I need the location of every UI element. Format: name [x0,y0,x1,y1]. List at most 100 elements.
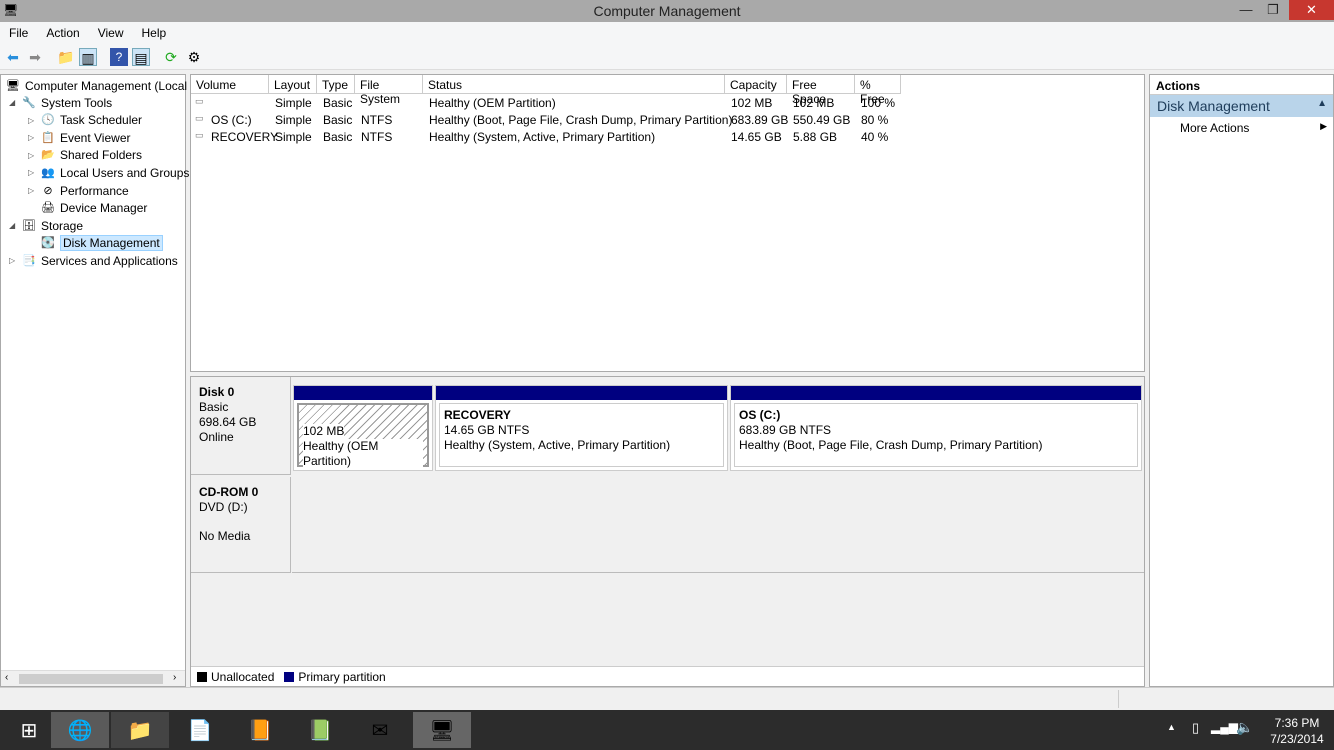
tree-item-event-viewer[interactable]: ▷ 📋 Event Viewer [28,129,130,146]
tree-label: Task Scheduler [60,113,143,128]
expand-icon[interactable]: ▷ [28,186,36,195]
actions-section-disk-management[interactable]: Disk Management ▲ [1150,95,1333,117]
column-header-status[interactable]: Status [423,75,725,94]
forward-icon[interactable]: ➡ [26,48,44,66]
menu-action[interactable]: Action [37,22,88,44]
cell[interactable]: Basic [323,113,352,130]
tree-item-local-users-and-groups[interactable]: ▷ 👥 Local Users and Groups [28,164,189,181]
close-button[interactable]: ✕ [1289,0,1334,20]
tree-label: Services and Applications [41,253,178,268]
submenu-arrow-icon: ▶ [1320,121,1327,131]
performance-icon: ⊘ [43,184,53,197]
cell[interactable]: 14.65 GB [731,130,782,147]
column-header--free[interactable]: % Free [855,75,901,106]
partition-size: 683.89 GB NTFS [739,423,832,437]
cell[interactable]: 550.49 GB [793,113,850,130]
cell[interactable]: 100 % [861,96,895,113]
expand-icon[interactable]: ◢ [9,98,17,107]
show-hidden-icons-icon[interactable]: ▲ [1167,722,1176,732]
refresh-icon[interactable]: ⟳ [162,48,180,66]
legend-unallocated: Unallocated [211,669,275,684]
up-folder-icon[interactable]: 📁 [57,48,75,66]
cell[interactable]: RECOVERY [211,130,278,147]
cell[interactable]: Healthy (Boot, Page File, Crash Dump, Pr… [429,113,732,130]
tree-item-system-tools[interactable]: ◢ 🔧 System Tools [9,94,112,111]
cell[interactable]: 683.89 GB [731,113,788,130]
column-header-free-space[interactable]: Free Space [787,75,855,106]
cell[interactable]: 102 MB [793,96,834,113]
expand-icon[interactable]: ▷ [28,133,36,142]
word-icon[interactable]: 📄 [171,712,229,748]
excel-icon[interactable]: 📗 [291,712,349,748]
collapse-icon[interactable]: ▲ [1317,98,1327,109]
cell[interactable]: NTFS [361,113,392,130]
cell[interactable]: NTFS [361,130,392,147]
cell[interactable]: OS (C:) [211,113,252,130]
cell[interactable]: 40 % [861,130,888,147]
partition-os-c[interactable]: OS (C:) 683.89 GB NTFS Healthy (Boot, Page… [730,385,1142,471]
scrollbar-thumb[interactable] [19,674,163,684]
chrome-icon[interactable]: 🌐 [51,712,109,748]
expand-icon[interactable]: ▷ [9,256,17,265]
cell[interactable]: 80 % [861,113,888,130]
cell[interactable]: 5.88 GB [793,130,837,147]
tree-label: Device Manager [60,201,148,216]
column-header-capacity[interactable]: Capacity [725,75,787,94]
back-icon[interactable]: ⬅ [4,48,22,66]
column-header-file-system[interactable]: File System [355,75,423,106]
partition-oem[interactable]: 102 MBHealthy (OEM Partition) [293,385,433,471]
unallocated-swatch [197,671,207,682]
show-hide-console-tree-icon[interactable]: ▥ [79,48,97,66]
computer-management-icon[interactable]: 🖥 [413,712,471,748]
battery-icon[interactable]: ▯ [1192,720,1199,736]
cdrom-0-label[interactable]: CD-ROM 0 DVD (D:) No Media [191,477,291,573]
expand-icon[interactable]: ▷ [28,168,36,177]
cell[interactable]: 102 MB [731,96,772,113]
tree-item-device-manager[interactable]: 🖨 Device Manager [28,200,147,217]
cell[interactable]: Healthy (System, Active, Primary Partiti… [429,130,655,147]
network-icon[interactable]: ▂▄▆ [1211,720,1238,734]
tree-item-storage[interactable]: ◢ 🗄 Storage [9,217,83,234]
tree-item-disk-management[interactable]: 💽 Disk Management [28,235,163,252]
cell[interactable]: Healthy (OEM Partition) [429,96,556,113]
cell[interactable]: Simple [275,96,312,113]
partition-recovery[interactable]: RECOVERY 14.65 GB NTFS Healthy (System, Ac… [435,385,728,471]
menu-file[interactable]: File [0,22,37,44]
expand-icon[interactable]: ▷ [28,151,36,160]
tree-item-task-scheduler[interactable]: ▷ 🕓 Task Scheduler [28,112,142,129]
horizontal-scrollbar[interactable]: ‹ › [1,670,185,686]
menu-view[interactable]: View [89,22,133,44]
more-actions[interactable]: More Actions ▶ [1150,117,1333,139]
expand-icon[interactable]: ◢ [9,221,17,230]
menu-help[interactable]: Help [133,22,176,44]
thunderbird-icon[interactable]: ✉ [351,712,409,748]
tree-item-services-and-applications[interactable]: ▷ 📑 Services and Applications [9,252,178,269]
cell[interactable]: Basic [323,130,352,147]
cell[interactable]: Simple [275,130,312,147]
toolbar: ⬅ ➡ 📁 ▥ ? ▤ ⟳ ⚙ [0,44,1334,70]
scroll-right-icon[interactable]: › [173,672,176,683]
show-hide-action-pane-icon[interactable]: ▤ [132,48,150,66]
expand-icon[interactable]: ▷ [28,116,36,125]
cell[interactable]: Basic [323,96,352,113]
disk-state: Online [199,430,234,444]
tree-item-performance[interactable]: ▷ ⊘ Performance [28,182,129,199]
file-explorer-icon[interactable]: 📁 [111,712,169,748]
powerpoint-icon[interactable]: 📙 [231,712,289,748]
restore-button[interactable]: ❐ [1259,0,1287,20]
column-header-type[interactable]: Type [317,75,355,94]
minimize-button[interactable]: — [1232,0,1260,20]
tree-root[interactable]: 🖥 Computer Management (Local [5,77,187,94]
column-header-volume[interactable]: Volume [191,75,269,94]
start-icon[interactable]: ⊞ [0,712,58,748]
tree-item-shared-folders[interactable]: ▷ 📂 Shared Folders [28,147,142,164]
help-icon[interactable]: ? [110,48,128,66]
cell[interactable]: Simple [275,113,312,130]
scroll-left-icon[interactable]: ‹ [5,672,8,683]
clock[interactable]: 7:36 PM 7/23/2014 [1262,715,1332,747]
tree-label: System Tools [41,95,113,110]
volume-icon[interactable]: 🔈 [1236,719,1253,736]
disk-0-label[interactable]: Disk 0 Basic 698.64 GB Online [191,377,291,475]
column-header-layout[interactable]: Layout [269,75,317,94]
properties-icon[interactable]: ⚙ [185,48,203,66]
